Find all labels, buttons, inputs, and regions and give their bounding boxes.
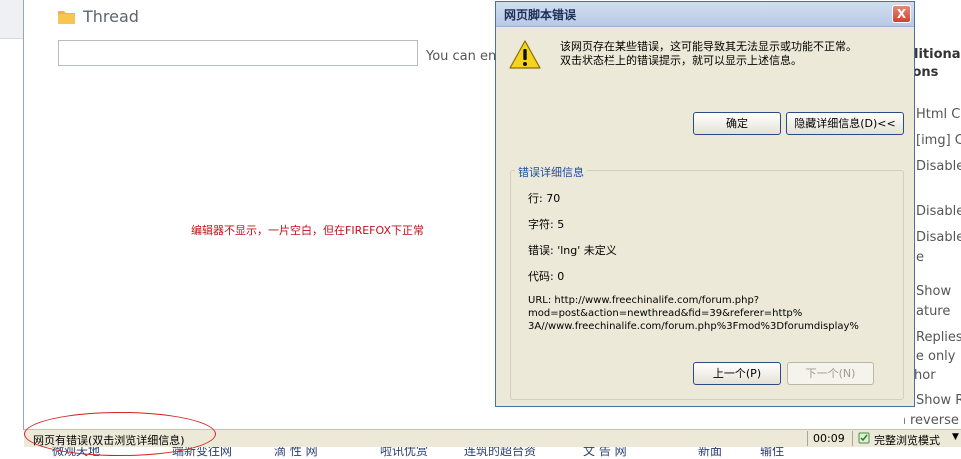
- option-html-code[interactable]: Html Co: [916, 107, 961, 122]
- option-disable-3[interactable]: Disable: [916, 230, 961, 245]
- page-frame-border: [23, 0, 24, 430]
- error-description: 错误: 'lng' 未定义: [528, 244, 617, 257]
- option-show-feature-cont: ature: [916, 304, 951, 319]
- status-divider: [807, 431, 808, 446]
- bottom-nav-item[interactable]: 新面: [698, 446, 722, 459]
- error-line: 行: 70: [528, 192, 561, 205]
- error-message-line1: 该网页存在某些错误，这可能导致其无法显示或功能不正常。: [560, 40, 857, 53]
- option-disable-1[interactable]: Disable: [916, 159, 961, 174]
- next-button: 下一个(N): [787, 362, 874, 385]
- thread-title: Thread: [83, 7, 139, 26]
- status-divider: [852, 431, 853, 446]
- option-show-feature[interactable]: Show: [916, 284, 951, 299]
- error-char: 字符: 5: [528, 218, 565, 231]
- error-url-line: 3A//www.freechinalife.com/forum.php%3Fmo…: [528, 321, 859, 332]
- bottom-nav-item[interactable]: 文 告 网: [583, 446, 627, 459]
- ok-button[interactable]: 确定: [693, 112, 781, 135]
- option-img-code[interactable]: [img] C: [916, 133, 961, 148]
- hide-details-button[interactable]: 隐藏详细信息(D)<<: [786, 112, 904, 135]
- option-show-reverse[interactable]: Show R: [916, 393, 961, 408]
- option-replies-author: hor: [914, 368, 936, 383]
- browse-mode-selector[interactable]: 完整浏览模式: [874, 432, 940, 448]
- folder-icon: [58, 11, 75, 24]
- error-details-legend: 错误详细信息: [515, 164, 587, 180]
- error-message: 该网页存在某些错误，这可能导致其无法显示或功能不正常。 双击状态栏上的错误提示，…: [560, 40, 857, 68]
- error-url: URL: http://www.freechinalife.com/forum.…: [528, 294, 868, 333]
- status-time: 00:09: [813, 432, 845, 445]
- bottom-nav-item[interactable]: 滴 性 网: [274, 446, 318, 459]
- annotation-circle: [24, 412, 216, 456]
- option-disable-2[interactable]: Disable: [916, 204, 961, 219]
- options-heading-line1: litional: [914, 47, 961, 62]
- option-replies-only[interactable]: Replies: [916, 330, 961, 345]
- error-url-line: URL: http://www.freechinalife.com/forum.…: [528, 295, 760, 306]
- subject-input[interactable]: [58, 40, 418, 66]
- warning-icon: [509, 40, 541, 69]
- option-disable-3-cont: e: [916, 250, 924, 265]
- error-message-line2: 双击状态栏上的错误提示，就可以显示上述信息。: [560, 54, 802, 67]
- left-top-strip: [0, 0, 24, 39]
- editor-note: 编辑器不显示，一片空白，但在FIREFOX下正常: [191, 224, 424, 237]
- error-code: 代码: 0: [528, 270, 565, 283]
- script-error-dialog: 网页脚本错误 X 该网页存在某些错误，这可能导致其无法显示或功能不正常。 双击状…: [495, 1, 915, 407]
- close-icon[interactable]: X: [892, 5, 911, 23]
- option-show-reverse-cont: in reverse: [904, 413, 959, 428]
- subject-hint: You can en: [426, 49, 497, 64]
- bottom-nav-item[interactable]: 啦讯优赏: [380, 446, 428, 459]
- dropdown-arrow-icon[interactable]: ▼: [952, 432, 959, 442]
- bottom-nav-item[interactable]: 连筑的超台资: [464, 446, 536, 459]
- dialog-title: 网页脚本错误: [504, 8, 577, 22]
- error-url-line: mod=post&action=newthread&fid=39&referer…: [528, 308, 803, 319]
- dialog-title-bar[interactable]: 网页脚本错误 X: [496, 2, 914, 27]
- security-zone-icon: [858, 432, 870, 444]
- previous-button[interactable]: 上一个(P): [693, 362, 781, 385]
- bottom-nav-item[interactable]: 输住: [760, 446, 784, 459]
